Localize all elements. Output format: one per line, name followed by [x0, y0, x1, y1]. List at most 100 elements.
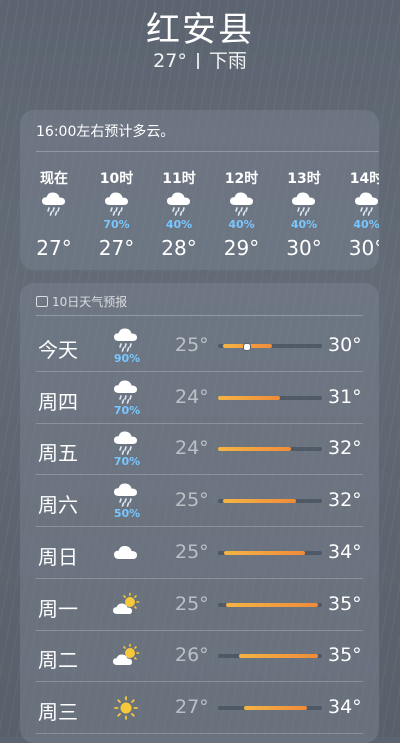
divider	[36, 315, 363, 316]
daily-row[interactable]: 今天 90% 25° 30°	[20, 320, 379, 372]
calendar-icon	[36, 296, 48, 307]
day-low: 25°	[175, 334, 209, 356]
daily-row[interactable]: 周日 25° 34°	[20, 527, 379, 579]
partly-cloudy-icon	[112, 643, 140, 669]
day-low: 24°	[175, 437, 209, 460]
day-high: 31°	[328, 385, 362, 408]
hour-time: 10时	[99, 171, 134, 187]
temp-range-bar	[218, 343, 322, 351]
separator	[196, 53, 199, 69]
temp-range-bar	[218, 499, 322, 504]
daily-forecast-card[interactable]: 10日天气预报 今天 90% 25° 30° 周四 70% 24° 31° 周五 70% 24° 32…	[20, 283, 379, 743]
rain-cloud-icon	[24, 190, 84, 218]
temp-range-bar	[218, 602, 322, 607]
temp-range-bar	[218, 447, 322, 452]
day-high: 34°	[328, 695, 362, 718]
current-temperature: 27°	[153, 50, 187, 72]
day-name: 周二	[38, 648, 78, 673]
day-low: 25°	[175, 540, 209, 563]
hourly-item: 13时 40% 30°	[274, 168, 334, 260]
hour-time: 12时	[224, 171, 259, 187]
temp-range-bar	[218, 654, 322, 659]
day-high: 30°	[328, 334, 362, 356]
daily-row[interactable]: 周三 27° 34°	[20, 682, 379, 734]
temp-range-fill	[223, 499, 296, 504]
hourly-item: 11时 40% 28°	[149, 168, 209, 260]
hour-temp: 29°	[223, 236, 260, 260]
partly-cloudy-icon	[112, 592, 140, 618]
day-name: 周三	[38, 699, 78, 724]
day-low: 27°	[175, 695, 209, 718]
divider	[36, 151, 379, 152]
day-high: 32°	[328, 437, 362, 460]
temp-range-fill	[244, 705, 308, 710]
sun-icon	[112, 695, 140, 721]
hour-precip	[24, 218, 84, 232]
rain-cloud-icon	[149, 190, 209, 218]
hour-precip: 40%	[165, 218, 193, 231]
day-high: 32°	[328, 489, 362, 512]
city-name: 红安县	[146, 10, 254, 50]
hourly-list[interactable]: 现在 27° 10时 70% 27° 11时 40% 28° 12时 40% 29° 13时 40% 30…	[20, 168, 379, 268]
hourly-item: 14时 40% 30°	[337, 168, 380, 260]
day-precip: 70%	[113, 455, 141, 469]
day-precip: 90%	[113, 352, 141, 365]
hourly-forecast-card[interactable]: 16:00左右预计多云。 现在 27° 10时 70% 27° 11时 40% 28° 12时 4…	[20, 110, 379, 270]
current-conditions: 27° 下雨	[0, 46, 400, 73]
daily-forecast-title: 10日天气预报	[36, 293, 127, 310]
day-high: 35°	[328, 592, 362, 615]
hour-precip: 70%	[103, 218, 130, 231]
hour-time: 14时	[349, 171, 379, 187]
current-condition: 下雨	[208, 50, 247, 72]
temp-range-fill	[238, 654, 318, 659]
day-name: 今天	[38, 338, 78, 362]
rain-cloud-icon	[87, 190, 147, 218]
daily-row[interactable]: 周四 70% 24° 31°	[20, 372, 379, 424]
rain-cloud-icon	[112, 481, 140, 507]
hourly-item: 10时 70% 27°	[87, 168, 147, 260]
hourly-summary: 16:00左右预计多云。	[36, 124, 175, 140]
hour-time: 现在	[40, 171, 68, 187]
temp-range-fill	[218, 395, 281, 400]
rain-cloud-icon	[274, 190, 334, 218]
day-name: 周日	[38, 544, 78, 569]
day-name: 周一	[38, 596, 78, 621]
day-precip: 70%	[113, 403, 141, 417]
daily-title-text: 10日天气预报	[52, 295, 128, 309]
divider	[36, 732, 363, 734]
hour-temp: 30°	[286, 236, 322, 260]
day-name: 周五	[38, 441, 78, 466]
temp-range-bar	[218, 550, 322, 555]
hourly-item: 12时 40% 29°	[212, 168, 272, 260]
daily-row[interactable]: 周二 26° 35°	[20, 630, 379, 683]
hourly-item: 现在 27°	[24, 168, 84, 260]
daily-row[interactable]: 周五 70% 24° 32°	[20, 423, 379, 476]
hour-precip: 40%	[228, 218, 255, 231]
day-low: 26°	[175, 644, 209, 667]
day-name: 周六	[38, 493, 78, 518]
day-high: 34°	[328, 540, 362, 563]
day-high: 35°	[328, 644, 362, 667]
day-name: 周四	[38, 389, 78, 414]
rain-cloud-icon	[112, 326, 140, 352]
hour-precip: 40%	[353, 218, 379, 231]
hour-temp: 27°	[36, 236, 72, 260]
rain-cloud-icon	[212, 190, 272, 218]
daily-row[interactable]: 周一 25° 35°	[20, 579, 379, 631]
hour-temp: 27°	[98, 236, 135, 260]
temp-range-bar	[218, 395, 322, 400]
temp-range-bar	[218, 705, 322, 710]
hour-precip: 40%	[290, 218, 318, 231]
hour-time: 13时	[287, 171, 321, 187]
day-low: 25°	[175, 489, 209, 512]
daily-row[interactable]: 周六 50% 25° 32°	[20, 475, 379, 528]
hour-temp: 28°	[161, 236, 197, 260]
hour-temp: 30°	[348, 236, 379, 260]
temp-range-fill	[226, 602, 318, 607]
rain-cloud-icon	[337, 190, 380, 218]
day-low: 24°	[175, 385, 209, 408]
rain-cloud-icon	[112, 378, 140, 404]
day-low: 25°	[175, 592, 209, 615]
hour-time: 11时	[162, 171, 196, 187]
cloud-icon	[112, 540, 140, 566]
